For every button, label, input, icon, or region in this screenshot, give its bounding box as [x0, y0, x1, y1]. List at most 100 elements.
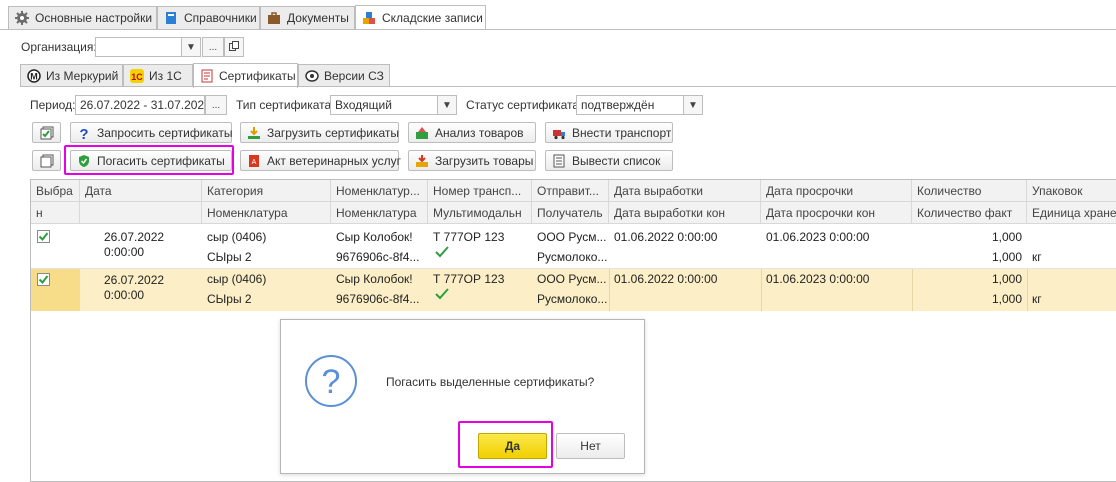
- tab-from-1c[interactable]: 1С Из 1С: [123, 64, 193, 87]
- column-header[interactable]: Мультимодальн: [428, 202, 532, 224]
- organization-label: Организация:: [21, 40, 97, 54]
- svg-text:?: ?: [322, 363, 341, 401]
- multimodal-check-icon: [435, 246, 449, 261]
- no-button[interactable]: Нет: [556, 433, 625, 459]
- column-header[interactable]: Дата просрочки кон: [761, 202, 912, 224]
- cell-quantity-fact: 1,000: [991, 292, 1022, 306]
- column-header[interactable]: Номенклатур...: [331, 180, 428, 202]
- cell-nomenclature-guid: 9676906с-8f4...: [336, 250, 420, 264]
- cell-nomenclature-mercury: Сыр Колобок!: [336, 272, 413, 286]
- column-header[interactable]: Номенклатура: [202, 202, 331, 224]
- certificate-type-dropdown[interactable]: ▼: [437, 95, 457, 115]
- tab-warehouse-records[interactable]: Складские записи: [355, 5, 486, 30]
- row-select-checkbox[interactable]: [37, 273, 50, 286]
- deselect-all-button[interactable]: [32, 150, 61, 171]
- column-header[interactable]: Дата выработки: [609, 180, 761, 202]
- column-header[interactable]: Номенклатура: [331, 202, 428, 224]
- certificate-type-label: Тип сертификата:: [236, 98, 335, 112]
- export-list-button[interactable]: Вывести список: [545, 150, 673, 171]
- table-row-selected[interactable]: 26.07.2022 0:00:00 сыр (0406) СЫры 2 Сыр…: [31, 269, 1116, 311]
- tab-from-mercury[interactable]: M Из Меркурий: [20, 64, 123, 87]
- column-header[interactable]: Номер трансп...: [428, 180, 532, 202]
- copy-icon: [229, 40, 239, 54]
- request-certificates-button[interactable]: ? Запросить сертификаты: [70, 122, 232, 143]
- tab-documents[interactable]: Документы: [260, 6, 355, 29]
- certificate-icon: [200, 69, 214, 83]
- organization-open-button[interactable]: ...: [202, 37, 224, 57]
- period-field[interactable]: 26.07.2022 - 31.07.2022: [75, 95, 205, 115]
- print-list-icon: [552, 154, 566, 168]
- cell-nomenclature-mercury: Сыр Колобок!: [336, 230, 413, 244]
- cell-quantity: 1,000: [991, 230, 1022, 244]
- gear-icon: [15, 11, 29, 25]
- load-goods-button[interactable]: Загрузить товары: [408, 150, 536, 171]
- certificate-status-field[interactable]: подтверждён: [576, 95, 684, 115]
- table-row[interactable]: 26.07.2022 0:00:00 сыр (0406) СЫры 2 Сыр…: [31, 225, 1116, 269]
- button-label: Загрузить товары: [435, 153, 534, 168]
- cell-sender: ООО Русм...: [537, 272, 607, 286]
- column-divider: [1027, 269, 1028, 311]
- tab-main-settings[interactable]: Основные настройки: [8, 6, 157, 29]
- chevron-down-icon: ▼: [186, 41, 196, 53]
- onec-icon: 1С: [130, 69, 144, 83]
- check-all-icon: [40, 126, 54, 140]
- divider: [20, 86, 1116, 87]
- cell-expiry-date: 01.06.2023 0:00:00: [766, 230, 870, 244]
- load-certificates-button[interactable]: Загрузить сертификаты: [240, 122, 399, 143]
- certificate-status-dropdown[interactable]: ▼: [683, 95, 703, 115]
- chevron-down-icon: ▼: [688, 99, 698, 111]
- column-header[interactable]: Дата: [80, 180, 202, 202]
- column-header[interactable]: Отправит...: [532, 180, 609, 202]
- cell-time: 0:00:00: [104, 245, 145, 259]
- multimodal-check-icon: [435, 288, 449, 303]
- tab-label: Справочники: [184, 11, 257, 25]
- organization-copy-button[interactable]: [224, 37, 244, 57]
- row-select-checkbox[interactable]: [37, 230, 50, 243]
- uncheck-all-icon: [40, 154, 54, 168]
- tab-sz-versions[interactable]: Версии СЗ: [298, 64, 390, 87]
- column-header[interactable]: Количество: [912, 180, 1027, 202]
- boxes-icon: [362, 11, 376, 25]
- analyze-goods-button[interactable]: Анализ товаров: [408, 122, 536, 143]
- column-header[interactable]: Упаковок: [1027, 180, 1116, 202]
- column-divider: [761, 269, 762, 311]
- book-icon: [164, 11, 178, 25]
- svg-text:1С: 1С: [131, 72, 143, 82]
- certificate-type-field[interactable]: Входящий: [330, 95, 438, 115]
- column-divider: [912, 269, 913, 311]
- period-label: Период:: [30, 98, 76, 112]
- column-header[interactable]: Единица хране: [1027, 202, 1116, 224]
- column-header[interactable]: [80, 202, 202, 224]
- tab-label: Сертификаты: [219, 69, 296, 83]
- tab-label: Из Меркурий: [46, 69, 119, 83]
- column-header[interactable]: Категория: [202, 180, 331, 202]
- svg-text:A: A: [252, 159, 257, 166]
- load-goods-icon: [415, 154, 429, 168]
- mercury-icon: M: [27, 69, 41, 83]
- column-header[interactable]: Количество факт: [912, 202, 1027, 224]
- column-header[interactable]: н: [31, 202, 80, 224]
- download-icon: [247, 126, 261, 140]
- vet-services-act-button[interactable]: A Акт ветеринарных услуг: [240, 150, 401, 171]
- button-label: Акт ветеринарных услуг: [267, 153, 401, 168]
- dialog-message: Погасить выделенные сертификаты?: [386, 375, 595, 389]
- truck-icon: [552, 126, 566, 140]
- organization-dropdown-button[interactable]: ▼: [181, 37, 201, 57]
- highlight-frame: [458, 421, 553, 468]
- chevron-down-icon: ▼: [442, 99, 452, 111]
- column-header[interactable]: Получатель: [532, 202, 609, 224]
- button-label: Запросить сертификаты: [97, 125, 233, 140]
- cell-unit: кг: [1032, 292, 1042, 306]
- cell-sender: ООО Русм...: [537, 230, 607, 244]
- period-select-button[interactable]: ...: [205, 95, 227, 115]
- column-header[interactable]: Выбра: [31, 180, 80, 202]
- organization-field[interactable]: [95, 37, 182, 57]
- svg-text:?: ?: [79, 126, 88, 140]
- add-transport-button[interactable]: Внести транспорт: [545, 122, 673, 143]
- column-header[interactable]: Дата выработки кон: [609, 202, 761, 224]
- column-header[interactable]: Дата просрочки: [761, 180, 912, 202]
- select-all-button[interactable]: [32, 122, 61, 143]
- tab-directories[interactable]: Справочники: [157, 6, 260, 29]
- tab-label: Из 1С: [149, 69, 182, 83]
- tab-certificates[interactable]: Сертификаты: [193, 63, 298, 88]
